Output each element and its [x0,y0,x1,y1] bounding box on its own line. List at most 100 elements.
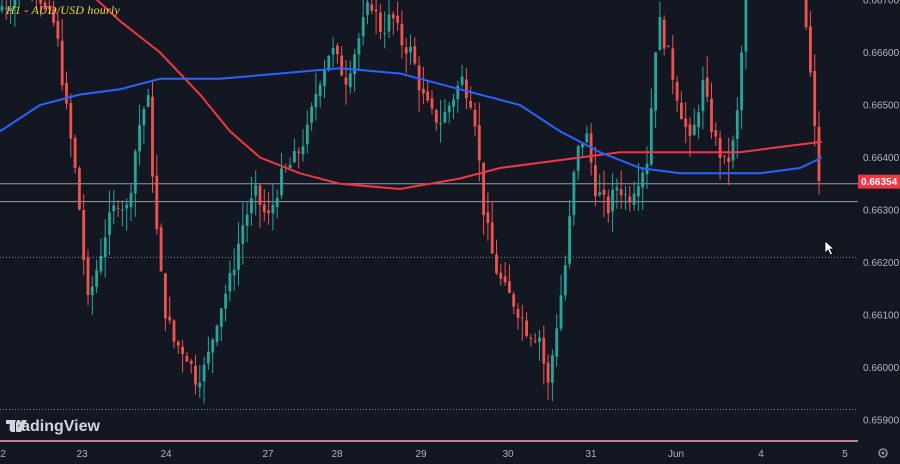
candle-body [224,293,227,309]
candle-body [529,337,533,339]
candle-body [198,382,202,388]
candle-body [426,91,430,101]
candle-body [387,14,391,32]
candle-body [632,193,636,205]
candle-body [490,222,494,254]
price-axis-label: 0.66100 [863,311,900,322]
candle-body [280,168,283,196]
candle-body [310,106,313,123]
candle-body [477,125,481,161]
price-axis-label: 0.66000 [863,363,900,374]
candle-body [594,165,597,197]
candle-body [194,366,197,385]
candle-body [379,12,382,32]
candle-body [422,88,425,94]
candle-body [241,225,245,244]
candle-body [813,70,817,126]
candle-body [396,15,399,23]
chart-canvas[interactable]: 0.670000.669000.668000.667000.666000.665… [0,0,900,464]
candle-body [718,137,722,158]
chart-area[interactable]: 0.670000.669000.668000.667000.666000.665… [0,0,900,464]
candle-body [413,46,417,64]
time-axis-label: 23 [76,449,88,460]
candle-body [654,52,657,111]
candle-body [305,124,309,145]
candle-body [78,168,81,210]
candle-body [667,45,670,47]
candle-body [727,157,731,162]
candle-body [439,122,442,124]
price-axis-label: 0.66500 [863,101,900,112]
price-axis-label: 0.66700 [863,0,900,7]
candle-body [675,81,679,101]
candle-body [323,69,326,86]
candle-body [237,243,240,270]
candle-body [348,73,352,88]
candle-body [232,269,236,276]
candle-body [546,362,550,383]
candle-body [671,48,675,80]
candle-body [723,155,726,157]
candle-body [508,281,511,293]
candle-body [142,109,146,126]
candle-body [164,273,167,319]
candle-body [73,137,77,168]
time-axis-label: Jun [668,449,684,460]
candle-body [680,102,683,119]
candle-body [486,212,490,223]
candle-body [340,55,344,76]
candle-body [538,337,541,342]
candle-body [327,55,331,71]
candle-body [331,47,335,55]
candle-body [735,110,739,140]
candle-body [271,204,275,214]
candle-body [125,204,129,209]
time-axis-label: 29 [415,449,427,460]
candle-body [817,126,821,182]
candle-body [555,328,559,357]
candle-body [809,26,812,73]
last-price-label: 0.66354 [861,177,898,188]
price-axis-label: 0.66400 [863,153,900,164]
candle-body [60,40,64,86]
time-axis-label: 28 [331,449,343,460]
candle-body [602,189,606,195]
candle-body [151,96,154,177]
candle-body [275,198,279,208]
candle-body [159,227,163,272]
candle-body [611,189,614,212]
candle-body [245,214,249,226]
candle-body [65,83,68,104]
candle-body [56,21,60,39]
candle-body [714,130,718,137]
price-axis-label: 0.65900 [863,416,900,427]
candle-body [624,194,627,196]
candle-body [400,23,404,46]
time-axis-label: 24 [160,449,172,460]
candle-body [112,205,116,212]
candle-body [262,204,266,213]
candle-body [374,9,378,12]
candle-body [314,94,318,108]
candle-body [176,341,180,346]
price-axis-label: 0.66600 [863,48,900,59]
candle-body [465,79,468,99]
time-axis-label: 4 [758,449,764,460]
candle-body [0,6,4,11]
candle-body [710,98,713,132]
time-axis-label: 30 [502,449,514,460]
candle-body [267,210,270,213]
candle-body [649,108,653,165]
candle-body [293,150,296,163]
candle-body [116,207,120,209]
candle-body [641,172,645,188]
time-axis-label: 31 [585,449,597,460]
candle-body [434,109,438,123]
candle-body [447,105,451,113]
candle-body [697,112,700,128]
candle-body [443,111,447,123]
candle-body [499,272,503,279]
candle-body [189,360,193,364]
candle-body [615,187,619,191]
candle-body [705,77,709,97]
